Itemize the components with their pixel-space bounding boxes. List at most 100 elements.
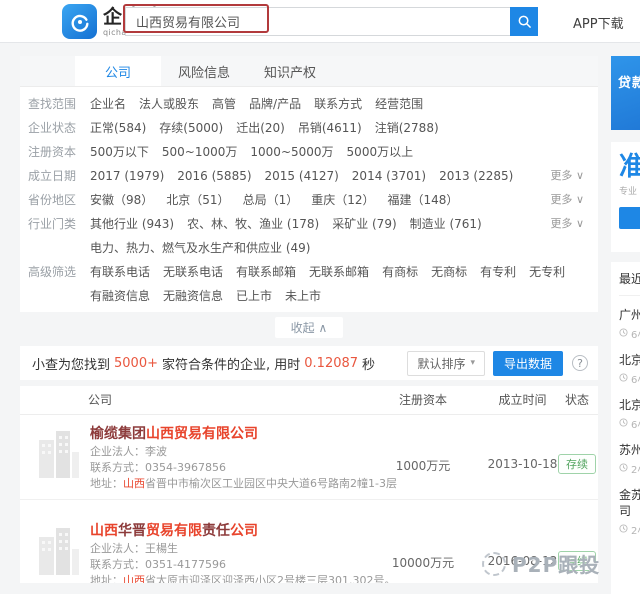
recent-item[interactable]: 苏州 2小时前	[619, 431, 640, 476]
filter-option[interactable]: 1000~5000万	[250, 140, 333, 164]
filter-option[interactable]: 经营范围	[375, 92, 423, 116]
filter-option[interactable]: 2017 (1979)	[90, 164, 164, 188]
filter-option[interactable]: 无专利	[529, 260, 565, 284]
filter-option[interactable]: 已上市	[236, 284, 272, 308]
qichacha-logo-icon	[62, 4, 97, 39]
filter-option[interactable]: 无联系电话	[163, 260, 223, 284]
filter-option[interactable]: 制造业 (761)	[410, 212, 482, 236]
results-elapsed: 0.12087	[304, 355, 359, 371]
registered-capital: 10000万元	[391, 556, 455, 570]
filter-option[interactable]: 正常(584)	[90, 116, 146, 140]
filter-option[interactable]: 迁出(20)	[236, 116, 285, 140]
filter-option[interactable]: 无融资信息	[163, 284, 223, 308]
filter-option[interactable]: 无联系邮箱	[309, 260, 369, 284]
filter-option[interactable]: 农、林、牧、渔业 (178)	[187, 212, 319, 236]
company-name-part: 华晋	[118, 523, 146, 539]
filter-label-region: 省份地区	[28, 193, 77, 207]
more-button-industry[interactable]: 更多 ∨	[550, 212, 584, 236]
company-name-link[interactable]: 榆缆集团山西贸易有限公司	[90, 424, 400, 444]
filter-option[interactable]: 无商标	[431, 260, 467, 284]
filter-option[interactable]: 重庆（12）	[311, 188, 374, 212]
filter-option[interactable]: 高管	[212, 92, 236, 116]
filter-option[interactable]: 其他行业 (943)	[90, 212, 174, 236]
filter-option[interactable]: 法人或股东	[139, 92, 199, 116]
filter-option[interactable]: 安徽（98）	[90, 188, 153, 212]
filter-row-industry: 行业门类 其他行业 (943) 农、林、牧、渔业 (178) 采矿业 (79) 制造业 …	[20, 212, 598, 260]
top-header: 企查查 qichacha.com APP下载	[0, 0, 640, 43]
recent-time: 6小时前	[619, 371, 640, 386]
sort-button[interactable]: 默认排序 ▾	[407, 350, 485, 376]
recent-item[interactable]: 北京 6小时前	[619, 386, 640, 431]
filter-option[interactable]: 吊销(4611)	[298, 116, 362, 140]
filter-option[interactable]: 有联系邮箱	[236, 260, 296, 284]
promo-button[interactable]	[619, 207, 640, 229]
collapse-button[interactable]: 收起 ∧	[274, 317, 344, 338]
filter-option[interactable]: 未上市	[285, 284, 321, 308]
company-info: 榆缆集团山西贸易有限公司 企业法人：李波 联系方式：0354-3967856 地址：山…	[90, 424, 400, 492]
sort-button-label: 默认排序	[417, 356, 466, 371]
column-header-status: 状态	[564, 393, 589, 407]
export-data-button[interactable]: 导出数据	[492, 350, 563, 376]
app-download-link[interactable]: APP下载	[573, 13, 624, 32]
status-cell: 存续	[548, 453, 598, 474]
filter-option[interactable]: 品牌/产品	[249, 92, 301, 116]
company-name-link[interactable]: 山西华晋贸易有限责任公司	[90, 521, 400, 541]
filter-option[interactable]: 2015 (4127)	[265, 164, 339, 188]
sidebar-promo-card: 准 专业	[611, 142, 640, 252]
results-count: 5000+	[114, 355, 158, 371]
search-box	[125, 7, 510, 36]
filter-option[interactable]: 北京（51）	[166, 188, 229, 212]
filter-option[interactable]: 总局（1）	[243, 188, 299, 212]
sidebar-ad-banner[interactable]: 贷款	[611, 56, 640, 130]
filter-option[interactable]: 2016 (5885)	[177, 164, 251, 188]
more-button-region[interactable]: 更多 ∨	[550, 188, 584, 212]
recent-company-name: 北京	[619, 398, 640, 412]
filter-option[interactable]: 5000万以上	[347, 140, 414, 164]
filter-option[interactable]: 存续(5000)	[159, 116, 223, 140]
filter-option[interactable]: 注销(2788)	[375, 116, 439, 140]
promo-subtitle: 专业	[619, 187, 638, 197]
filter-option[interactable]: 联系方式	[314, 92, 362, 116]
recent-company-name: 广州	[619, 308, 640, 322]
more-button-founded-date[interactable]: 更多 ∨	[550, 164, 584, 188]
contact-line: 联系方式：0351-4177596	[90, 558, 226, 571]
result-table: 公司 注册资本 成立时间 状态 榆缆集团山西贸易有限公司 企业法人：李波 联系方式：…	[20, 386, 598, 583]
help-icon[interactable]: ?	[572, 355, 588, 371]
recent-title: 最近	[619, 270, 640, 296]
recent-item[interactable]: 金苏司 2小时前	[619, 476, 640, 537]
tab-company[interactable]: 公司	[75, 56, 161, 86]
filter-row-advanced: 高级筛选 有联系电话 无联系电话 有联系邮箱 无联系邮箱 有商标 无商标 有专利 无专利有融资信…	[20, 260, 598, 308]
filter-option[interactable]: 有商标	[382, 260, 418, 284]
filter-option[interactable]: 有专利	[480, 260, 516, 284]
filter-option[interactable]: 有联系电话	[90, 260, 150, 284]
tab-risk-info[interactable]: 风险信息	[161, 56, 247, 86]
filter-option[interactable]: 2013 (2285)	[439, 164, 513, 188]
filter-label-status: 企业状态	[28, 121, 77, 135]
tab-intellectual-property[interactable]: 知识产权	[247, 56, 333, 86]
filter-option[interactable]: 500~1000万	[162, 140, 238, 164]
status-badge: 存续	[558, 454, 596, 474]
filter-label-advanced: 高级筛选	[28, 265, 77, 279]
filter-option[interactable]: 电力、热力、燃气及水生产和供应业 (49)	[90, 236, 310, 260]
company-name-part: 公司	[230, 523, 258, 539]
filter-row-status: 企业状态 正常(584) 存续(5000) 迁出(20) 吊销(4611) 注销(2788…	[20, 116, 598, 140]
filter-option[interactable]: 2014 (3701)	[352, 164, 426, 188]
filter-row-region: 省份地区 安徽（98） 北京（51） 总局（1） 重庆（12） 福建（148） 更多 ∨	[20, 188, 598, 212]
filter-option[interactable]: 500万以下	[90, 140, 149, 164]
recent-item[interactable]: 北京 6小时前	[619, 341, 640, 386]
filter-option[interactable]: 企业名	[90, 92, 126, 116]
caret-down-icon: ▾	[470, 358, 475, 368]
company-name-part: 山西	[90, 523, 118, 539]
search-input[interactable]	[126, 8, 510, 35]
clock-icon	[619, 462, 628, 475]
status-badge: 存续	[558, 551, 596, 571]
building-icon	[35, 428, 81, 484]
address-highlight: 山西	[123, 574, 145, 583]
legal-person-line: 企业法人：王楊生	[90, 542, 178, 555]
recent-item[interactable]: 广州 6小时前	[619, 296, 640, 341]
filter-option[interactable]: 采矿业 (79)	[332, 212, 396, 236]
registered-capital: 1000万元	[395, 459, 451, 473]
filter-option[interactable]: 有融资信息	[90, 284, 150, 308]
filter-option[interactable]: 福建（148）	[387, 188, 458, 212]
search-button[interactable]	[510, 7, 538, 36]
